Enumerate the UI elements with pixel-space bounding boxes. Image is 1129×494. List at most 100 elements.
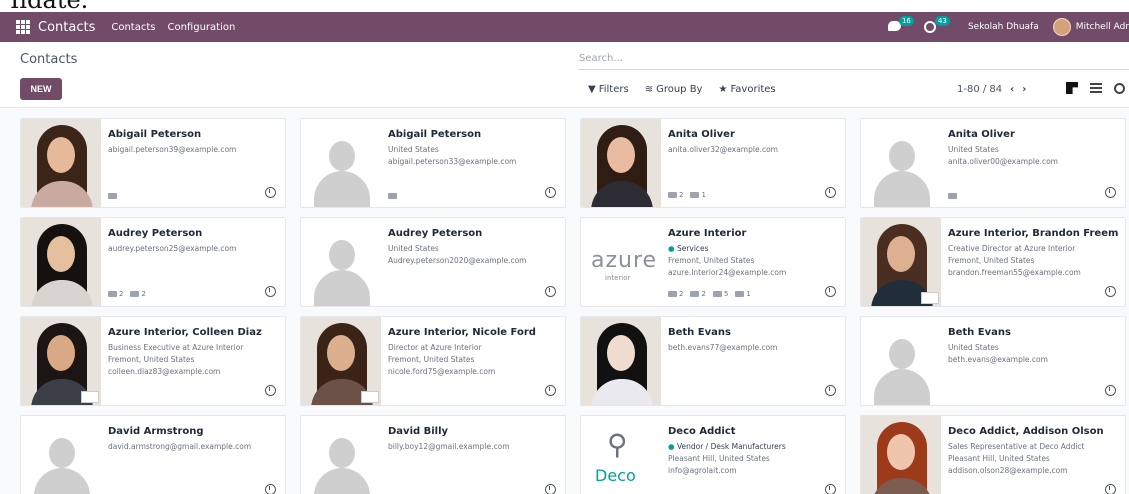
activity-clock-icon[interactable]: [825, 484, 836, 494]
control-panel: Contacts NEW Search... ▼ Filters ≋ Group B…: [0, 42, 1129, 108]
contact-card[interactable]: Deco Addict, Addison Olson Sales Represen…: [860, 415, 1126, 494]
contact-card[interactable]: Abigail Peterson abigail.peterson39@examp…: [20, 118, 286, 208]
contact-card[interactable]: Azure Interior, Nicole Ford Director at A…: [300, 316, 566, 406]
activity-clock-icon[interactable]: [265, 187, 276, 198]
contact-detail: billy.boy12@gmail.example.com: [388, 442, 510, 451]
activity-clock-icon[interactable]: [825, 286, 836, 297]
stat-icon: [948, 193, 957, 199]
stat-chip[interactable]: 2: [108, 290, 123, 298]
contact-detail: Creative Director at Azure Interior: [948, 244, 1076, 253]
stat-chip[interactable]: [108, 193, 119, 199]
contact-detail: Business Executive at Azure Interior: [108, 343, 244, 352]
stat-chip[interactable]: [948, 193, 959, 199]
contact-card[interactable]: David Armstrong david.armstrong@gmail.exa…: [20, 415, 286, 494]
contact-detail: United States: [388, 145, 439, 154]
pager-value[interactable]: 1-80 / 84: [957, 84, 1002, 95]
card-info: Azure Interior, Brandon Freeman Creative …: [948, 228, 1119, 279]
app-name[interactable]: Contacts: [38, 20, 95, 35]
stat-chip[interactable]: 2: [668, 191, 683, 199]
card-info: Abigail Peterson abigail.peterson39@examp…: [108, 129, 279, 156]
contact-detail: nicole.ford75@example.com: [388, 367, 496, 376]
new-button[interactable]: NEW: [20, 78, 62, 100]
pager: 1-80 / 84 ‹ ›: [957, 84, 1026, 95]
contact-name: Azure Interior: [668, 228, 747, 239]
contact-card[interactable]: Azure Interior, Brandon Freeman Creative …: [860, 217, 1126, 307]
company-badge-icon: [361, 391, 379, 403]
activity-clock-icon[interactable]: [825, 187, 836, 198]
contact-detail: Audrey.peterson2020@example.com: [388, 256, 527, 265]
pager-next-icon[interactable]: ›: [1022, 84, 1026, 95]
activity-clock-icon[interactable]: [265, 385, 276, 396]
stat-chip[interactable]: 1: [690, 191, 706, 199]
menu-contacts[interactable]: Contacts: [111, 22, 155, 33]
messages-button[interactable]: 16: [887, 16, 914, 33]
company-switcher[interactable]: Sekolah Dhuafa: [968, 22, 1039, 32]
contact-name: Anita Oliver: [668, 129, 735, 140]
activity-clock-icon[interactable]: [1105, 484, 1116, 494]
contact-name: Azure Interior, Brandon Freeman: [948, 228, 1119, 239]
activity-clock-icon[interactable]: [545, 484, 556, 494]
avatar-placeholder-icon: [301, 218, 381, 306]
activity-clock-icon[interactable]: [545, 187, 556, 198]
activity-clock-icon[interactable]: [1105, 187, 1116, 198]
contact-card[interactable]: Beth Evans beth.evans77@example.com: [580, 316, 846, 406]
menu-configuration[interactable]: Configuration: [167, 22, 235, 33]
contact-card[interactable]: Audrey Peterson United States Audrey.peter…: [300, 217, 566, 307]
app-grid-icon[interactable]: [16, 20, 30, 34]
contact-card[interactable]: ⚲ Deco Deco Addict ● Vendor / Desk Manufact…: [580, 415, 846, 494]
stat-chip[interactable]: [388, 193, 399, 199]
contact-detail: anita.oliver32@example.com: [668, 145, 778, 154]
company-logo: ⚲ Deco: [581, 416, 661, 494]
kanban-view-icon[interactable]: [1066, 82, 1078, 94]
activity-clock-icon[interactable]: [545, 286, 556, 297]
activity-clock-icon[interactable]: [265, 286, 276, 297]
stat-chip[interactable]: 2: [668, 290, 683, 298]
contact-card[interactable]: David Billy billy.boy12@gmail.example.com: [300, 415, 566, 494]
stat-chip[interactable]: 1: [735, 290, 751, 298]
list-view-icon[interactable]: [1090, 83, 1102, 93]
contact-detail: Director at Azure Interior: [388, 343, 482, 352]
pager-prev-icon[interactable]: ‹: [1010, 84, 1014, 95]
activity-view-icon[interactable]: [1114, 82, 1125, 94]
contact-detail: United States: [388, 244, 439, 253]
filters-button[interactable]: ▼ Filters: [588, 84, 629, 95]
activity-clock-icon[interactable]: [1105, 385, 1116, 396]
activity-clock-icon: [923, 21, 936, 33]
top-navbar: Contacts Contacts Configuration 16 43 Se…: [0, 12, 1129, 42]
contact-card[interactable]: Anita Oliver anita.oliver32@example.com 2 1: [580, 118, 846, 208]
avatar-placeholder-icon: [301, 119, 381, 207]
stat-chip[interactable]: 2: [130, 290, 146, 298]
activity-clock-icon[interactable]: [265, 484, 276, 494]
stat-icon: [735, 291, 745, 297]
activities-button[interactable]: 43: [923, 16, 950, 33]
contact-detail: United States: [948, 145, 999, 154]
contact-name: Abigail Peterson: [388, 129, 482, 140]
card-info: Azure Interior, Colleen Diaz Business Exe…: [108, 327, 279, 378]
activity-clock-icon[interactable]: [825, 385, 836, 396]
groupby-button[interactable]: ≋ Group By: [645, 84, 703, 95]
contact-detail: info@agrolait.com: [668, 466, 737, 475]
contact-card[interactable]: Azure Interior, Colleen Diaz Business Exe…: [20, 316, 286, 406]
contact-name: Deco Addict, Addison Olson: [948, 426, 1104, 437]
compass-icon: ⚲: [607, 428, 628, 461]
avatar: [861, 218, 941, 306]
contact-card[interactable]: Anita Oliver United States anita.oliver00@…: [860, 118, 1126, 208]
favorites-button[interactable]: ★ Favorites: [718, 84, 775, 95]
card-footer: [948, 193, 966, 199]
search-input[interactable]: Search...: [579, 50, 1129, 70]
company-badge-icon: [921, 292, 939, 304]
contact-card[interactable]: Audrey Peterson audrey.peterson25@example…: [20, 217, 286, 307]
activity-clock-icon[interactable]: [1105, 286, 1116, 297]
stat-chip[interactable]: 5: [712, 290, 728, 298]
contact-card[interactable]: azure interior Azure Interior ● Services Fre…: [580, 217, 846, 307]
contact-card[interactable]: Abigail Peterson United States abigail.pet…: [300, 118, 566, 208]
user-avatar[interactable]: [1052, 18, 1071, 36]
stat-icon: [690, 192, 700, 198]
contact-detail: anita.oliver00@example.com: [948, 157, 1058, 166]
avatar-placeholder-icon: [301, 416, 381, 494]
activity-clock-icon[interactable]: [545, 385, 556, 396]
card-footer: [388, 193, 406, 199]
stat-chip[interactable]: 2: [690, 290, 706, 298]
contact-card[interactable]: Beth Evans United States beth.evans@exampl…: [860, 316, 1126, 406]
user-menu[interactable]: Mitchell Adr: [1076, 22, 1129, 32]
